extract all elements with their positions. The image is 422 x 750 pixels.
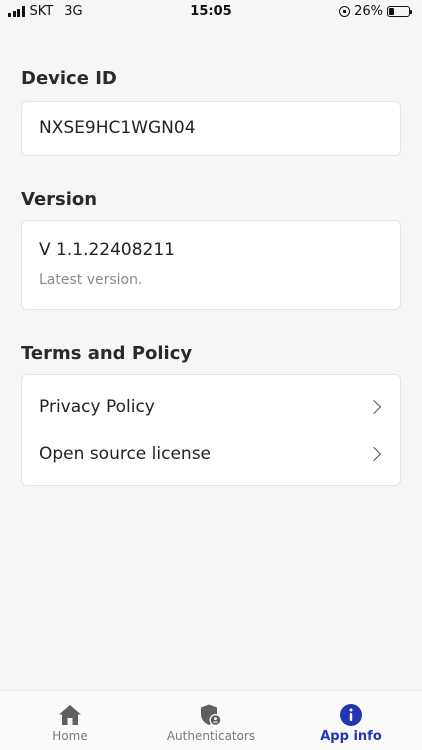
version-value: V 1.1.22408211 (39, 240, 175, 260)
home-icon (58, 703, 82, 727)
version-note: Latest version. (39, 272, 143, 288)
privacy-policy-row[interactable]: Privacy Policy (22, 384, 400, 430)
tab-home[interactable]: Home (10, 691, 130, 750)
battery-icon (387, 6, 412, 17)
tab-authenticators-label: Authenticators (166, 729, 256, 743)
device-id-card: NXSE9HC1WGN04 (21, 101, 401, 156)
terms-title: Terms and Policy (21, 343, 193, 364)
privacy-policy-label: Privacy Policy (39, 397, 155, 417)
shield-user-icon (199, 703, 223, 727)
status-bar: SKT 3G 15:05 26% (0, 0, 422, 24)
device-id-title: Device ID (21, 68, 117, 89)
battery-percent: 26% (354, 4, 383, 19)
status-right: 26% (339, 4, 412, 19)
tab-home-label: Home (52, 729, 88, 743)
terms-card: Privacy Policy Open source license (21, 374, 401, 486)
version-title: Version (21, 189, 98, 210)
chevron-right-icon (366, 446, 382, 462)
tab-authenticators[interactable]: Authenticators (151, 691, 271, 750)
open-source-license-label: Open source license (39, 444, 212, 464)
info-icon (339, 703, 363, 727)
orientation-lock-icon (339, 6, 351, 17)
tab-app-info-label: App info (320, 729, 382, 744)
tab-bar: Home Authenticators App info (0, 690, 422, 750)
tab-app-info[interactable]: App info (291, 691, 411, 750)
version-card: V 1.1.22408211 Latest version. (21, 220, 401, 310)
chevron-right-icon (366, 399, 382, 415)
device-id-value: NXSE9HC1WGN04 (39, 118, 196, 138)
open-source-license-row[interactable]: Open source license (22, 431, 400, 477)
battery-fill (389, 8, 394, 15)
